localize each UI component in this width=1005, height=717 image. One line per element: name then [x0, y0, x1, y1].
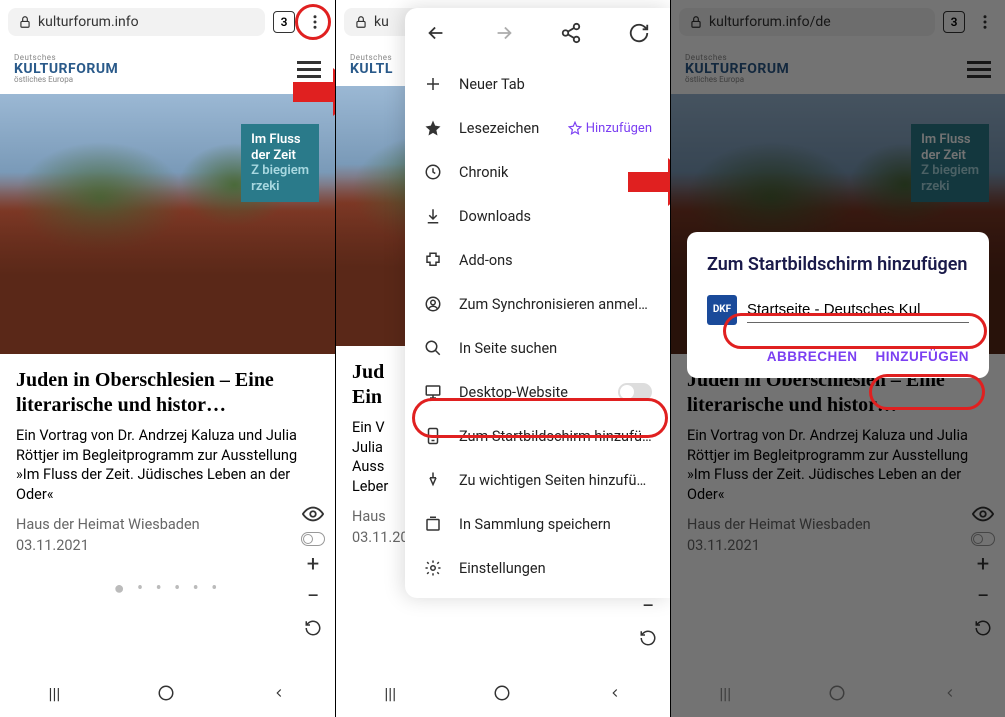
clock-icon: [423, 162, 443, 182]
arrow-icon: [293, 68, 335, 116]
reload-icon[interactable]: [628, 22, 650, 44]
android-navbar: |||: [336, 669, 670, 717]
screen-2: ku Deutsches KULTL JudEin Ein VJuliaAuss…: [335, 0, 670, 717]
eye-icon[interactable]: [299, 500, 327, 528]
browser-menu-panel: Neuer Tab Lesezeichen Hinzufügen Chronik…: [405, 8, 670, 598]
menu-collection[interactable]: In Sammlung speichern: [405, 502, 670, 546]
article-title: Juden in Oberschlesien – Eine literarisc…: [16, 368, 319, 418]
menu-find[interactable]: In Seite suchen: [405, 326, 670, 370]
shortcut-name-field[interactable]: [747, 297, 969, 323]
arrow-icon: [628, 158, 670, 206]
share-icon[interactable]: [560, 22, 582, 44]
cancel-button[interactable]: ABBRECHEN: [767, 349, 858, 364]
article-venue: Haus der Heimat Wiesbaden: [16, 514, 319, 535]
nav-forward-icon[interactable]: [493, 22, 515, 44]
article-card[interactable]: Juden in Oberschlesien – Eine literarisc…: [0, 354, 335, 570]
site-logo[interactable]: Deutsches KULTL: [350, 54, 393, 76]
back-button[interactable]: [608, 686, 622, 700]
url-text: ku: [374, 14, 389, 30]
nav-back-icon[interactable]: [425, 22, 447, 44]
article-date: 03.11.2021: [16, 535, 319, 556]
url-bar: kulturforum.info 3: [0, 0, 335, 44]
menu-top-row: [405, 8, 670, 62]
monitor-icon: [423, 382, 443, 402]
dialog-input-row: DKF: [707, 295, 969, 325]
zoom-in-button[interactable]: +: [299, 550, 327, 578]
menu-add-homescreen[interactable]: Zum Startbildschirm hinzufü…: [405, 414, 670, 458]
article-description: Ein Vortrag von Dr. Andrzej Kaluza und J…: [16, 426, 319, 504]
plus-icon: [423, 74, 443, 94]
site-header: Deutsches KULTURFORUM östliches Europa: [0, 44, 335, 94]
gear-icon: [423, 558, 443, 578]
android-navbar: |||: [0, 669, 335, 717]
menu-desktop[interactable]: Desktop-Website: [405, 370, 670, 414]
tab-count[interactable]: 3: [273, 11, 295, 33]
search-icon: [423, 338, 443, 358]
bookmark-add-link[interactable]: Hinzufügen: [568, 121, 652, 136]
pin-icon: [423, 470, 443, 490]
hero-image: Im Fluss der Zeit Z biegiem rzeki: [0, 94, 335, 354]
reset-icon[interactable]: [634, 624, 662, 652]
menu-bookmarks[interactable]: Lesezeichen Hinzufügen: [405, 106, 670, 150]
toggle-icon[interactable]: [301, 532, 325, 546]
recent-apps-button[interactable]: |||: [384, 684, 396, 703]
hero-badge: Im Fluss der Zeit Z biegiem rzeki: [241, 124, 319, 202]
dialog-title: Zum Startbildschirm hinzufügen: [707, 254, 969, 277]
account-icon: [423, 294, 443, 314]
menu-new-tab[interactable]: Neuer Tab: [405, 62, 670, 106]
confirm-button[interactable]: HINZUFÜGEN: [876, 349, 970, 364]
screen-1: kulturforum.info 3 Deutsches KULTURFORUM…: [0, 0, 335, 717]
add-homescreen-dialog: Zum Startbildschirm hinzufügen DKF ABBRE…: [687, 232, 989, 378]
download-icon: [423, 206, 443, 226]
zoom-out-button[interactable]: −: [299, 582, 327, 610]
back-button[interactable]: [272, 686, 286, 700]
url-field[interactable]: kulturforum.info: [8, 8, 265, 36]
menu-settings[interactable]: Einstellungen: [405, 546, 670, 590]
url-text: kulturforum.info: [38, 14, 139, 30]
reset-icon[interactable]: [299, 614, 327, 642]
home-button[interactable]: [493, 684, 511, 702]
menu-sync[interactable]: Zum Synchronisieren anmeld…: [405, 282, 670, 326]
carousel-dots[interactable]: ● • • • • •: [0, 570, 335, 607]
desktop-toggle[interactable]: [618, 383, 652, 401]
star-icon: [423, 118, 443, 138]
screen-3: kulturforum.info/de 3 Deutsches KULTURFO…: [670, 0, 1005, 717]
homescreen-icon: [423, 426, 443, 446]
puzzle-icon: [423, 250, 443, 270]
collection-icon: [423, 514, 443, 534]
site-logo[interactable]: Deutsches KULTURFORUM östliches Europa: [14, 54, 118, 84]
menu-addons[interactable]: Add-ons: [405, 238, 670, 282]
site-favicon: DKF: [707, 295, 737, 325]
home-button[interactable]: [157, 684, 175, 702]
lock-icon: [18, 15, 32, 29]
lock-icon: [354, 15, 368, 29]
menu-topsites[interactable]: Zu wichtigen Seiten hinzufüg…: [405, 458, 670, 502]
browser-menu-button[interactable]: [303, 10, 327, 34]
recent-apps-button[interactable]: |||: [49, 684, 61, 703]
accessibility-controls: + −: [299, 500, 327, 642]
